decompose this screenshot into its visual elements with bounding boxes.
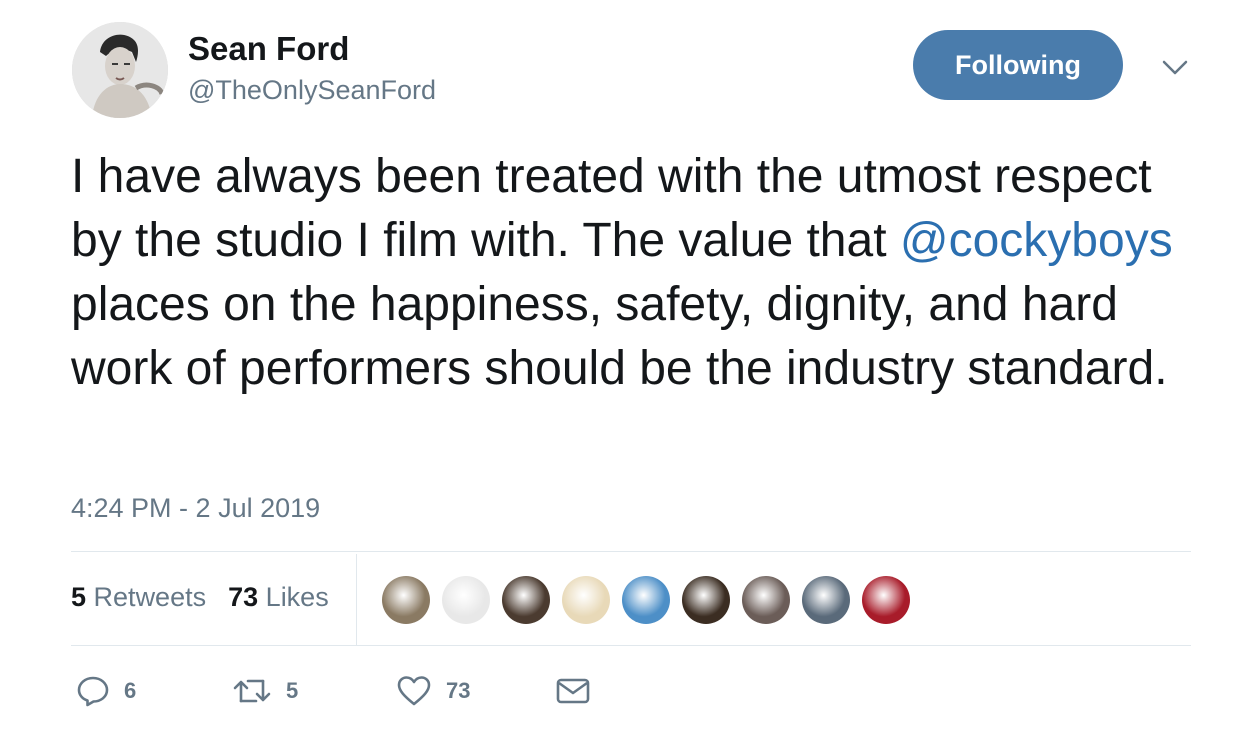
chevron-down-icon[interactable] — [1160, 56, 1190, 80]
tweet-timestamp[interactable]: 4:24 PM - 2 Jul 2019 — [71, 493, 320, 524]
liker-avatar[interactable] — [862, 576, 910, 624]
retweet-icon — [233, 679, 271, 703]
tweet-stats: 5 Retweets 73 Likes — [71, 582, 329, 613]
likes-count: 73 — [228, 582, 259, 612]
mention-link[interactable]: @cockyboys — [900, 214, 1173, 267]
reply-count: 6 — [124, 678, 137, 703]
tweet-text-part: places on the happiness, safety, dignity… — [71, 278, 1168, 395]
mail-icon — [556, 678, 590, 704]
liker-avatars — [382, 576, 910, 624]
heart-icon — [397, 676, 431, 706]
retweet-count: 5 — [286, 678, 299, 703]
liker-avatar[interactable] — [502, 576, 550, 624]
stats-separator — [356, 554, 357, 646]
author-handle[interactable]: @TheOnlySeanFord — [188, 75, 436, 106]
avatar-portrait — [72, 22, 168, 118]
liker-avatar[interactable] — [622, 576, 670, 624]
liker-avatar[interactable] — [562, 576, 610, 624]
liker-avatar[interactable] — [382, 576, 430, 624]
liker-avatar[interactable] — [742, 576, 790, 624]
liker-avatar[interactable] — [682, 576, 730, 624]
retweets-label: Retweets — [93, 582, 207, 612]
divider — [71, 551, 1191, 552]
retweets-stat[interactable]: 5 Retweets — [71, 582, 206, 613]
like-button[interactable]: 73 — [396, 674, 470, 708]
retweet-button[interactable]: 5 — [232, 674, 298, 708]
liker-avatar[interactable] — [802, 576, 850, 624]
following-button[interactable]: Following — [913, 30, 1123, 100]
author-display-name[interactable]: Sean Ford — [188, 30, 349, 68]
divider — [71, 645, 1191, 646]
like-count: 73 — [446, 678, 471, 703]
tweet-text: I have always been treated with the utmo… — [71, 145, 1201, 401]
likes-label: Likes — [265, 582, 329, 612]
direct-message-button[interactable] — [555, 674, 591, 708]
retweets-count: 5 — [71, 582, 87, 612]
reply-icon — [77, 676, 109, 707]
liker-avatar[interactable] — [442, 576, 490, 624]
likes-stat[interactable]: 73 Likes — [228, 582, 329, 613]
reply-button[interactable]: 6 — [76, 674, 136, 708]
author-avatar[interactable] — [72, 22, 168, 118]
